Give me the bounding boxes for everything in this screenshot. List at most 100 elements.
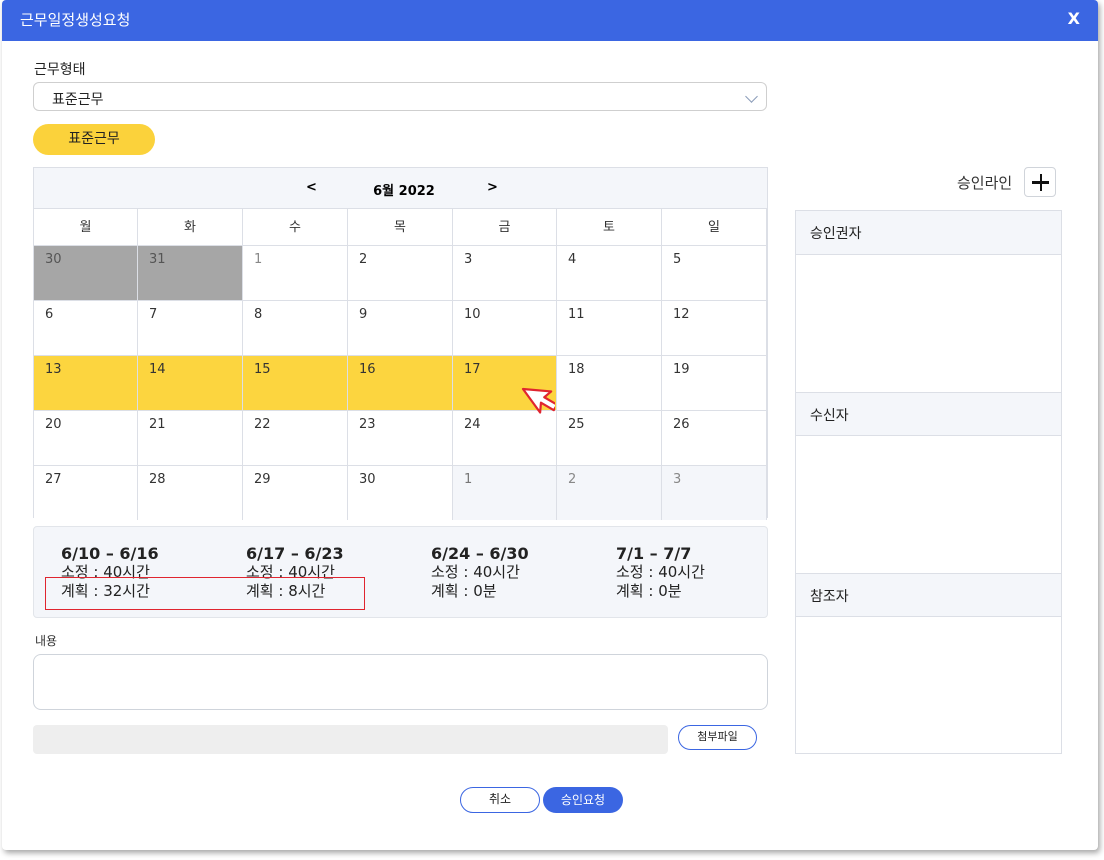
calendar-day-cell[interactable]: 22	[243, 410, 348, 465]
calendar-day-cell[interactable]: 16	[348, 355, 453, 410]
weekday-header: 화	[138, 208, 243, 245]
calendar-day-number: 6	[45, 307, 54, 322]
calendar-day-cell[interactable]: 26	[662, 410, 767, 465]
weekly-summary: 6/10 – 6/16 소정 : 40시간 계획 : 32시간 6/17 – 6…	[33, 526, 768, 618]
calendar-day-cell[interactable]: 1	[243, 245, 348, 300]
calendar-day-number: 20	[45, 417, 62, 432]
calendar-day-number: 27	[45, 472, 62, 487]
week-planned-hours: 계획 : 0분	[616, 582, 682, 600]
calendar-day-cell[interactable]: 28	[138, 465, 243, 520]
calendar-day-number: 7	[149, 307, 158, 322]
content-textarea[interactable]	[33, 654, 768, 710]
calendar-day-cell[interactable]: 8	[243, 300, 348, 355]
approver-section-title: 승인권자	[810, 226, 862, 242]
weekday-header: 일	[662, 208, 767, 245]
calendar-day-number: 12	[673, 307, 690, 322]
calendar-day-cell[interactable]: 10	[453, 300, 557, 355]
calendar-day-cell[interactable]: 3	[453, 245, 557, 300]
next-month-button[interactable]: >	[487, 180, 498, 195]
calendar-day-number: 30	[359, 472, 376, 487]
calendar-day-number: 24	[464, 417, 481, 432]
calendar-day-number: 22	[254, 417, 271, 432]
calendar: < 6월 2022 > 월화수목금토일 30 31 1 2 3 4 5 6 7 8 9 10 11 12 1…	[33, 167, 768, 520]
calendar-day-cell[interactable]: 2	[348, 245, 453, 300]
calendar-day-cell[interactable]: 14	[138, 355, 243, 410]
calendar-day-number: 17	[464, 362, 481, 377]
attachment-filename-field	[33, 725, 668, 754]
calendar-day-cell[interactable]: 20	[34, 410, 138, 465]
calendar-day-number: 13	[45, 362, 62, 377]
calendar-day-cell[interactable]: 11	[557, 300, 662, 355]
calendar-day-cell[interactable]: 27	[34, 465, 138, 520]
calendar-day-cell[interactable]: 13	[34, 355, 138, 410]
receiver-section-header: 수신자	[796, 392, 1061, 436]
calendar-day-number: 4	[568, 252, 577, 267]
calendar-day-cell[interactable]: 1	[453, 465, 557, 520]
calendar-day-cell[interactable]: 21	[138, 410, 243, 465]
work-type-pill: 표준근무	[33, 124, 155, 155]
attach-file-button[interactable]: 첨부파일	[678, 725, 757, 750]
weekday-row: 월화수목금토일	[34, 208, 767, 245]
week-required-hours: 소정 : 40시간	[616, 563, 705, 581]
calendar-day-number: 16	[359, 362, 376, 377]
week-range: 6/24 – 6/30	[431, 544, 529, 563]
calendar-day-cell[interactable]: 5	[662, 245, 767, 300]
calendar-day-cell[interactable]: 6	[34, 300, 138, 355]
cancel-button[interactable]: 취소	[460, 787, 540, 813]
prev-month-button[interactable]: <	[306, 180, 317, 195]
submit-approval-button[interactable]: 승인요청	[543, 787, 623, 813]
calendar-day-cell[interactable]: 15	[243, 355, 348, 410]
close-button[interactable]: X	[1068, 9, 1080, 28]
calendar-month-title: 6월 2022	[373, 184, 435, 199]
week-required-hours: 소정 : 40시간	[431, 563, 520, 581]
dialog-title: 근무일정생성요청	[20, 11, 131, 29]
calendar-day-cell[interactable]: 23	[348, 410, 453, 465]
calendar-day-number: 23	[359, 417, 376, 432]
calendar-day-cell[interactable]: 2	[557, 465, 662, 520]
approver-section-header: 승인권자	[796, 211, 1061, 255]
week-summary: 7/1 – 7/7 소정 : 40시간 계획 : 0분	[616, 544, 786, 601]
work-type-label: 근무형태	[34, 62, 86, 78]
calendar-day-number: 1	[464, 472, 473, 487]
mouse-cursor-icon	[521, 387, 555, 414]
calendar-day-number: 28	[149, 472, 166, 487]
week-planned-hours: 계획 : 0분	[431, 582, 497, 600]
calendar-day-number: 10	[464, 307, 481, 322]
calendar-day-cell[interactable]: 19	[662, 355, 767, 410]
calendar-day-number: 21	[149, 417, 166, 432]
weekday-header: 월	[34, 208, 138, 245]
approval-panel: 승인권자 수신자 참조자	[795, 210, 1062, 754]
calendar-day-number: 2	[359, 252, 368, 267]
calendar-day-cell[interactable]: 31	[138, 245, 243, 300]
calendar-day-cell[interactable]: 30	[34, 245, 138, 300]
calendar-day-cell[interactable]: 12	[662, 300, 767, 355]
calendar-day-cell[interactable]: 4	[557, 245, 662, 300]
week-summary: 6/24 – 6/30 소정 : 40시간 계획 : 0분	[431, 544, 601, 601]
calendar-day-cell[interactable]: 18	[557, 355, 662, 410]
calendar-day-cell[interactable]: 29	[243, 465, 348, 520]
calendar-day-number: 3	[673, 472, 682, 487]
work-type-value: 표준근무	[52, 92, 104, 108]
calendar-day-number: 1	[254, 252, 263, 267]
receiver-section-title: 수신자	[810, 408, 849, 424]
calendar-day-number: 5	[673, 252, 682, 267]
plus-icon[interactable]	[1024, 167, 1056, 197]
calendar-header: < 6월 2022 >	[34, 168, 767, 208]
reference-section-title: 참조자	[810, 589, 849, 605]
calendar-day-cell[interactable]: 30	[348, 465, 453, 520]
calendar-day-number: 8	[254, 307, 263, 322]
calendar-day-number: 14	[149, 362, 166, 377]
week-range: 7/1 – 7/7	[616, 544, 692, 563]
weekday-header: 토	[557, 208, 662, 245]
work-schedule-dialog: 근무일정생성요청 X 근무형태 표준근무 표준근무 < 6월 2022 > 월화…	[2, 0, 1098, 850]
calendar-day-number: 11	[568, 307, 585, 322]
work-type-select[interactable]: 표준근무	[33, 82, 767, 111]
calendar-day-cell[interactable]: 25	[557, 410, 662, 465]
calendar-day-cell[interactable]: 3	[662, 465, 767, 520]
week-range: 6/17 – 6/23	[246, 544, 344, 563]
weekday-header: 수	[243, 208, 348, 245]
reference-section-header: 참조자	[796, 573, 1061, 617]
calendar-day-number: 25	[568, 417, 585, 432]
calendar-day-cell[interactable]: 7	[138, 300, 243, 355]
calendar-day-cell[interactable]: 9	[348, 300, 453, 355]
